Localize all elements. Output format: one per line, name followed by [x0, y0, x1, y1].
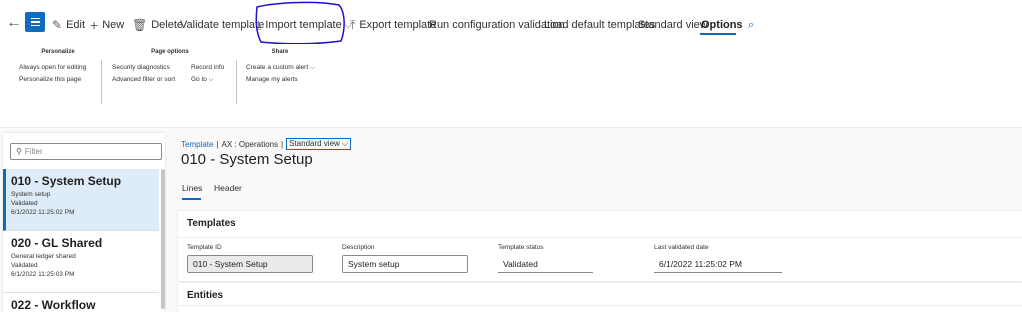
plus-icon: + — [90, 17, 99, 33]
pencil-icon: ✎ — [52, 18, 63, 32]
validate-template-button[interactable]: Validate template — [180, 16, 264, 34]
manage-my-alerts-link[interactable]: Manage my alerts — [246, 76, 298, 83]
delete-button[interactable]: 🗑 Delete — [132, 16, 183, 34]
search-icon[interactable]: ⌕ — [748, 16, 754, 34]
security-diagnostics-link[interactable]: Security diagnostics — [112, 64, 170, 71]
templates-section: Templates Template ID 010 - System Setup… — [178, 211, 1022, 281]
standard-view-button[interactable]: Standard view — [638, 16, 708, 34]
template-status-field: Validated — [498, 255, 593, 273]
breadcrumb: Template | AX : Operations | Standard vi… — [181, 138, 352, 150]
breadcrumb-separator: | — [281, 139, 284, 149]
last-validated-date-field: 6/1/2022 11:25:02 PM — [654, 255, 782, 273]
view-selector-label: Standard view — [289, 139, 340, 148]
template-id-field: 010 - System Setup — [187, 255, 313, 273]
template-list-panel: ⚲ Filter 010 - System Setup System setup… — [3, 133, 165, 312]
template-status-label: Template status — [498, 244, 544, 251]
entities-section-title[interactable]: Entities — [187, 290, 223, 301]
tab-header[interactable]: Header — [214, 183, 242, 193]
group-divider — [101, 60, 102, 104]
breadcrumb-separator: | — [216, 139, 219, 149]
description-label: Description — [342, 244, 375, 251]
chevron-down-icon: ⌵ — [309, 64, 315, 71]
view-selector[interactable]: Standard view ⌵ — [286, 138, 352, 150]
create-custom-alert-menu[interactable]: Create a custom alert ⌵ — [246, 64, 315, 72]
share-group-title: Share — [271, 49, 289, 55]
export-template-button[interactable]: ⤒ Export template — [350, 16, 436, 34]
template-id-label: Template ID — [187, 244, 222, 251]
company-label: AX : Operations — [221, 139, 279, 149]
new-button[interactable]: + New — [90, 16, 124, 34]
advanced-filter-link[interactable]: Advanced filter or sort — [112, 76, 175, 83]
template-breadcrumb-link[interactable]: Template — [181, 140, 213, 149]
go-to-menu[interactable]: Go to ⌵ — [191, 76, 214, 84]
tab-options[interactable]: Options — [701, 16, 743, 34]
entities-section: Entities — [178, 283, 1022, 312]
list-item[interactable]: 022 - Workflow — [3, 293, 159, 312]
last-validated-date-label: Last validated date — [654, 244, 709, 251]
hamburger-menu-button[interactable] — [25, 12, 45, 32]
personalize-group-title: Personalize — [41, 49, 75, 55]
edit-button[interactable]: ✎ Edit — [52, 16, 85, 34]
filter-input[interactable]: ⚲ Filter — [10, 143, 162, 160]
action-pane: ← ✎ Edit + New 🗑 Delete Validate templat… — [0, 0, 1022, 48]
back-arrow-icon[interactable]: ← — [6, 13, 22, 33]
record-info-link[interactable]: Record info — [191, 64, 224, 71]
personalize-this-page-link[interactable]: Personalize this page — [19, 76, 81, 83]
description-field[interactable]: System setup — [342, 255, 468, 273]
chevron-down-icon: ⌵ — [342, 139, 349, 148]
always-open-for-editing-link[interactable]: Always open for editing — [19, 64, 86, 71]
go-to-label: Go to — [191, 76, 207, 83]
upload-icon: ⤒ — [350, 17, 356, 32]
options-tab-underline — [700, 33, 736, 35]
list-item[interactable]: 010 - System Setup System setup Validate… — [3, 169, 159, 231]
tab-lines[interactable]: Lines — [182, 183, 202, 193]
active-tab-underline — [182, 198, 201, 200]
hand-drawn-annotation — [255, 1, 345, 45]
section-divider — [178, 305, 1022, 306]
list-scrollbar[interactable] — [161, 169, 165, 309]
templates-section-title[interactable]: Templates — [187, 218, 236, 229]
section-divider — [178, 237, 1022, 238]
create-custom-alert-label: Create a custom alert — [246, 64, 309, 71]
options-ribbon: Personalize Always open for editing Pers… — [0, 44, 1022, 128]
search-icon: ⚲ — [16, 147, 22, 156]
filter-placeholder: Filter — [24, 147, 43, 156]
group-divider — [236, 60, 237, 104]
chevron-down-icon: ⌵ — [208, 76, 214, 83]
trash-icon: 🗑 — [132, 18, 148, 32]
page-options-group-title: Page options — [151, 49, 189, 55]
page-title: 010 - System Setup — [181, 151, 313, 168]
list-item[interactable]: 020 - GL Shared General ledger shared Va… — [3, 231, 159, 293]
